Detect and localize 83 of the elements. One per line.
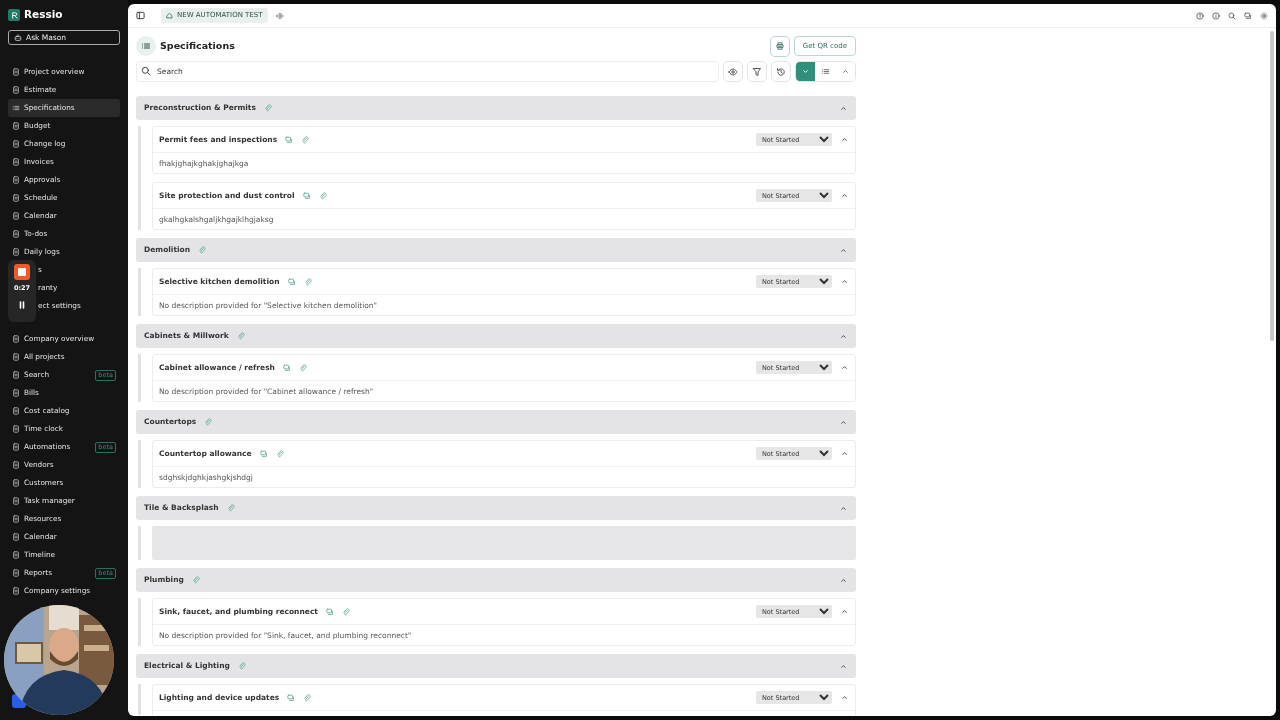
- document-icon: [12, 407, 20, 415]
- list-icon: [12, 104, 20, 112]
- paperclip-icon[interactable]: [301, 135, 310, 144]
- search-icon[interactable]: [1228, 11, 1236, 20]
- home-icon: [166, 12, 173, 19]
- eye-icon: [727, 66, 738, 77]
- list-icon: [141, 41, 151, 51]
- print-button[interactable]: [769, 35, 790, 57]
- document-icon: [12, 443, 20, 451]
- bot-icon: [14, 33, 22, 42]
- paperclip-icon[interactable]: [263, 104, 272, 112]
- chevron-up-icon[interactable]: [840, 693, 849, 702]
- chevron-up-icon[interactable]: [840, 449, 849, 458]
- chevron-up-icon[interactable]: [840, 191, 849, 200]
- printer-icon: [775, 42, 784, 50]
- chevron-up-icon[interactable]: [840, 363, 849, 372]
- comment-icon[interactable]: [287, 277, 296, 286]
- document-icon: [12, 353, 20, 361]
- chat-icon[interactable]: [1244, 11, 1252, 20]
- document-icon: [12, 158, 20, 166]
- paperclip-icon[interactable]: [191, 576, 200, 584]
- stop-button[interactable]: [14, 264, 30, 280]
- expand-button[interactable]: [795, 62, 816, 81]
- comment-icon[interactable]: [325, 607, 334, 616]
- comment-icon[interactable]: [259, 449, 268, 458]
- document-icon: [12, 248, 20, 256]
- comment-icon[interactable]: [287, 693, 296, 702]
- filter-button[interactable]: [746, 61, 767, 82]
- chevron-up-icon[interactable]: [840, 135, 849, 144]
- document-icon: [12, 68, 20, 76]
- info-icon[interactable]: [1212, 11, 1220, 20]
- document-icon: [12, 86, 20, 94]
- eye-icon[interactable]: [275, 11, 284, 20]
- document-icon: [12, 176, 20, 184]
- document-icon: [12, 551, 20, 559]
- paperclip-icon[interactable]: [236, 332, 245, 340]
- document-icon: [12, 140, 20, 148]
- list-icon: [820, 67, 830, 76]
- sidebar-toggle-icon[interactable]: [136, 11, 145, 20]
- scrollbar[interactable]: [1270, 31, 1274, 341]
- paperclip-icon[interactable]: [226, 504, 235, 512]
- paperclip-icon[interactable]: [318, 191, 327, 200]
- paperclip-icon[interactable]: [303, 277, 312, 286]
- document-icon: [12, 425, 20, 433]
- document-icon: [12, 587, 20, 595]
- document-icon: [12, 389, 20, 397]
- history-button[interactable]: [770, 61, 791, 82]
- document-icon: [12, 122, 20, 130]
- chevron-up-icon: [840, 67, 850, 76]
- gear-icon[interactable]: [1260, 11, 1268, 20]
- visibility-button[interactable]: [723, 61, 743, 82]
- paperclip-icon[interactable]: [275, 449, 284, 458]
- document-icon: [12, 569, 20, 577]
- chevron-down-icon: [800, 67, 810, 76]
- search-icon: [141, 66, 151, 76]
- document-icon: [12, 533, 20, 541]
- document-icon: [12, 497, 20, 505]
- paperclip-icon[interactable]: [298, 363, 307, 372]
- history-icon: [775, 66, 786, 77]
- document-icon: [12, 230, 20, 238]
- document-icon: [12, 479, 20, 487]
- paperclip-icon[interactable]: [341, 607, 350, 616]
- chevron-up-icon[interactable]: [840, 277, 849, 286]
- help-icon[interactable]: [1196, 11, 1204, 20]
- paperclip-icon[interactable]: [237, 662, 246, 670]
- document-icon: [12, 212, 20, 220]
- paperclip-icon[interactable]: [303, 693, 312, 702]
- document-icon: [12, 461, 20, 469]
- comment-icon[interactable]: [285, 135, 294, 144]
- paperclip-icon[interactable]: [204, 418, 213, 426]
- document-icon: [12, 515, 20, 523]
- comment-icon[interactable]: [302, 191, 311, 200]
- paperclip-icon[interactable]: [198, 246, 207, 254]
- comment-icon[interactable]: [282, 363, 291, 372]
- document-icon: [12, 371, 20, 379]
- document-icon: [12, 194, 20, 202]
- filter-icon: [751, 66, 762, 77]
- app-name: Ressio: [24, 7, 63, 23]
- pause-icon[interactable]: [17, 299, 27, 310]
- document-icon: [12, 335, 20, 343]
- chevron-up-icon[interactable]: [840, 607, 849, 616]
- page-title: Specifications: [160, 38, 235, 53]
- logo-icon: [8, 9, 20, 21]
